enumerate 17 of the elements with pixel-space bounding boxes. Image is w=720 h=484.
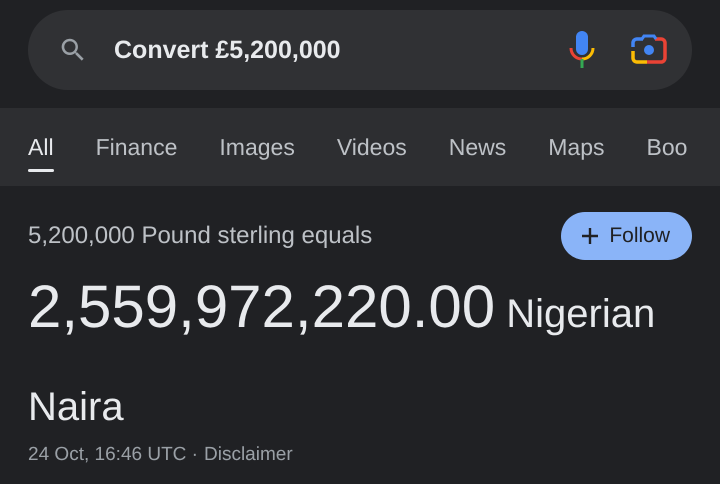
microphone-icon[interactable]: [568, 30, 596, 70]
converted-amount: 2,559,972,220.00 Nigerian Naira: [28, 272, 656, 431]
camera-icon[interactable]: [630, 33, 668, 67]
search-tab[interactable]: Boo: [646, 108, 688, 186]
search-tab[interactable]: All: [28, 108, 54, 186]
search-query[interactable]: Convert £5,200,000: [114, 36, 568, 64]
search-tab[interactable]: News: [448, 108, 506, 186]
search-tab[interactable]: Videos: [336, 108, 407, 186]
search-tab[interactable]: Images: [219, 108, 295, 186]
search-tab[interactable]: Finance: [96, 108, 178, 186]
disclaimer-link[interactable]: Disclaimer: [204, 444, 293, 466]
follow-button[interactable]: Follow: [561, 212, 692, 260]
timestamp: 24 Oct, 16:46 UTC ·: [28, 444, 198, 466]
source-amount: 5,200,000 Pound sterling equals: [28, 222, 372, 250]
search-bar[interactable]: Convert £5,200,000: [28, 10, 692, 90]
search-tab[interactable]: Maps: [548, 108, 605, 186]
plus-icon: [581, 227, 600, 245]
